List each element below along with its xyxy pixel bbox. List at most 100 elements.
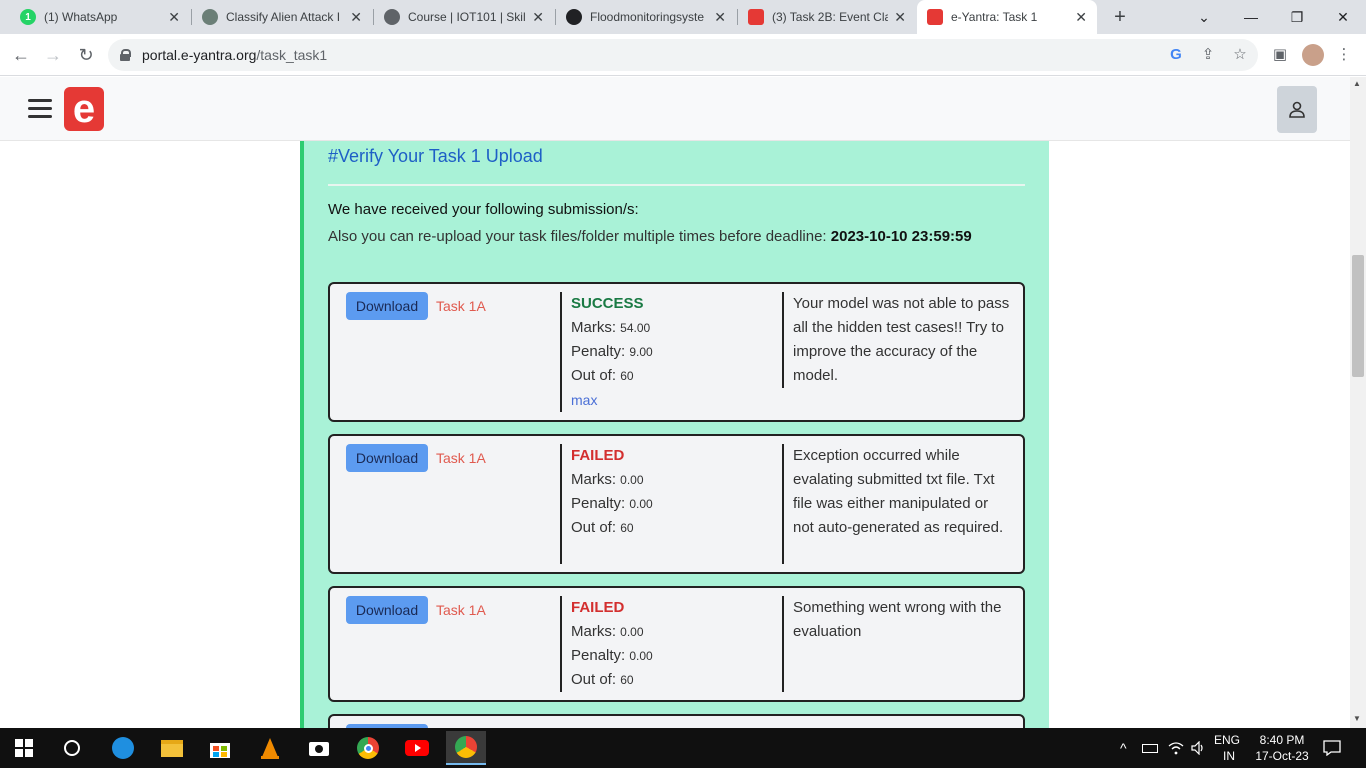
divider bbox=[328, 184, 1025, 186]
close-icon[interactable]: ✕ bbox=[350, 9, 362, 26]
submission-card: Download Task 1A FAILED Marks: 0.00 Pena… bbox=[328, 434, 1025, 574]
submission-card: Download Task 1A FAILED Marks: 0.00 Pena… bbox=[328, 586, 1025, 702]
marks-label: Marks: bbox=[571, 623, 616, 640]
penalty-label: Penalty: bbox=[571, 647, 626, 664]
browser-tab-strip: 1 (1) WhatsApp ✕ Classify Alien Attack I… bbox=[0, 0, 1366, 34]
tab-search-chevron-icon[interactable]: ⌄ bbox=[1181, 0, 1227, 34]
tab-whatsapp[interactable]: 1 (1) WhatsApp ✕ bbox=[10, 0, 190, 34]
battery-icon[interactable] bbox=[1142, 728, 1158, 768]
wifi-icon[interactable] bbox=[1168, 728, 1184, 768]
search-icon[interactable] bbox=[52, 734, 92, 762]
status-badge: FAILED bbox=[571, 599, 625, 616]
minimize-button[interactable]: — bbox=[1228, 0, 1274, 34]
bookmark-star-icon[interactable]: ☆ bbox=[1230, 44, 1250, 64]
max-link[interactable]: max bbox=[571, 388, 653, 412]
url-path: /task_task1 bbox=[256, 47, 328, 63]
tab-eyantra-task1[interactable]: e-Yantra: Task 1 ✕ bbox=[917, 0, 1097, 34]
close-icon[interactable]: ✕ bbox=[894, 9, 906, 26]
youtube-icon[interactable] bbox=[397, 734, 437, 762]
file-explorer-icon[interactable] bbox=[152, 734, 192, 762]
tab-title: e-Yantra: Task 1 bbox=[951, 10, 1038, 24]
vlc-icon[interactable] bbox=[250, 734, 290, 762]
tab-title: Course | IOT101 | Skill bbox=[408, 10, 527, 24]
task-name: Task 1A bbox=[436, 450, 486, 466]
page-scrollbar[interactable]: ▲ ▼ bbox=[1350, 77, 1366, 728]
outof-label: Out of: bbox=[571, 671, 617, 688]
penalty-label: Penalty: bbox=[571, 495, 626, 512]
tab-classify-alien[interactable]: Classify Alien Attack I ✕ bbox=[192, 0, 372, 34]
notifications-icon[interactable] bbox=[1323, 728, 1341, 768]
show-hidden-icons-chevron-icon[interactable]: ^ bbox=[1120, 728, 1127, 768]
message-column: Something went wrong with the evaluation bbox=[782, 596, 1012, 692]
penalty-label: Penalty: bbox=[571, 343, 626, 360]
windows-start-icon[interactable] bbox=[4, 734, 44, 762]
lock-icon bbox=[120, 49, 131, 61]
volume-icon[interactable] bbox=[1191, 728, 1207, 768]
scrollbar-thumb[interactable] bbox=[1352, 255, 1364, 377]
marks-value: 0.00 bbox=[620, 625, 644, 639]
side-panel-icon[interactable]: ▣ bbox=[1270, 44, 1290, 64]
close-icon[interactable]: ✕ bbox=[168, 9, 180, 26]
download-button[interactable]: Download bbox=[346, 292, 428, 320]
browser-toolbar: ← → ↻ portal.e-yantra.org/task_task1 bbox=[0, 34, 1366, 76]
tab-title: Classify Alien Attack I bbox=[226, 10, 341, 24]
result-column: FAILED Marks: 0.00 Penalty: 0.00 Out of:… bbox=[560, 596, 653, 692]
microsoft-store-icon[interactable] bbox=[200, 734, 240, 762]
input-language[interactable]: ENG IN bbox=[1214, 728, 1240, 768]
close-icon[interactable]: ✕ bbox=[532, 9, 544, 26]
address-bar[interactable]: portal.e-yantra.org/task_task1 bbox=[108, 39, 1258, 71]
tab-task-2b[interactable]: (3) Task 2B: Event Cla ✕ bbox=[738, 0, 916, 34]
download-button[interactable]: Download bbox=[346, 596, 428, 624]
tab-course-iot101[interactable]: Course | IOT101 | Skill ✕ bbox=[374, 0, 554, 34]
message-column: Your model was not able to pass all the … bbox=[782, 292, 1012, 388]
profile-avatar[interactable] bbox=[1302, 44, 1324, 66]
close-icon[interactable]: ✕ bbox=[1075, 9, 1087, 26]
reload-button[interactable]: ↻ bbox=[73, 42, 99, 68]
github-icon bbox=[566, 9, 582, 25]
scroll-up-icon[interactable]: ▲ bbox=[1353, 79, 1361, 88]
user-icon bbox=[1289, 101, 1305, 118]
close-icon[interactable]: ✕ bbox=[714, 9, 726, 26]
clock[interactable]: 8:40 PM 17-Oct-23 bbox=[1252, 728, 1312, 768]
edge-browser-icon[interactable] bbox=[103, 734, 143, 762]
tab-title: Floodmonitoringsyste bbox=[590, 10, 705, 24]
status-badge: SUCCESS bbox=[571, 295, 644, 312]
outof-value: 60 bbox=[620, 521, 634, 535]
received-text: We have received your following submissi… bbox=[328, 201, 639, 218]
region-code: IN bbox=[1223, 749, 1235, 763]
outof-value: 60 bbox=[620, 369, 634, 383]
hamburger-menu-icon[interactable] bbox=[28, 99, 52, 119]
result-column: SUCCESS Marks: 54.00 Penalty: 9.00 Out o… bbox=[560, 292, 653, 412]
marks-label: Marks: bbox=[571, 471, 616, 488]
share-icon[interactable]: ⇪ bbox=[1198, 44, 1218, 64]
marks-value: 54.00 bbox=[620, 321, 651, 335]
result-column: FAILED Marks: 0.00 Penalty: 0.00 Out of:… bbox=[560, 444, 653, 564]
globe-icon bbox=[384, 9, 400, 25]
user-account-button[interactable] bbox=[1277, 86, 1317, 133]
restore-button[interactable]: ❐ bbox=[1274, 0, 1320, 34]
tab-title: (1) WhatsApp bbox=[44, 10, 118, 24]
tab-title: (3) Task 2B: Event Cla bbox=[772, 10, 889, 24]
submission-card: Download Task 1A SUCCESS Marks: 54.00 Pe… bbox=[328, 282, 1025, 422]
back-button[interactable]: ← bbox=[8, 42, 34, 68]
status-badge: FAILED bbox=[571, 447, 625, 464]
message-column: Exception occurred while evalating submi… bbox=[782, 444, 1012, 564]
new-tab-button[interactable]: + bbox=[1108, 5, 1132, 29]
window-close-button[interactable]: ✕ bbox=[1320, 0, 1366, 34]
tab-flood-monitoring[interactable]: Floodmonitoringsyste ✕ bbox=[556, 0, 736, 34]
forward-button[interactable]: → bbox=[40, 42, 66, 68]
reupload-label: Also you can re-upload your task files/f… bbox=[328, 228, 827, 245]
menu-kebab-icon[interactable]: ⋮ bbox=[1334, 44, 1354, 64]
download-button[interactable]: Download bbox=[346, 444, 428, 472]
google-icon[interactable]: G bbox=[1166, 44, 1186, 64]
chrome-profile-icon[interactable] bbox=[446, 731, 486, 765]
chatgpt-icon bbox=[202, 9, 218, 25]
page-title: #Verify Your Task 1 Upload bbox=[328, 146, 543, 166]
camera-icon[interactable] bbox=[299, 734, 339, 762]
penalty-value: 9.00 bbox=[629, 345, 653, 359]
whatsapp-icon: 1 bbox=[20, 9, 36, 25]
scroll-down-icon[interactable]: ▼ bbox=[1353, 714, 1361, 723]
chrome-icon[interactable] bbox=[348, 734, 388, 762]
outof-label: Out of: bbox=[571, 367, 617, 384]
eyantra-logo[interactable]: e bbox=[64, 87, 104, 131]
